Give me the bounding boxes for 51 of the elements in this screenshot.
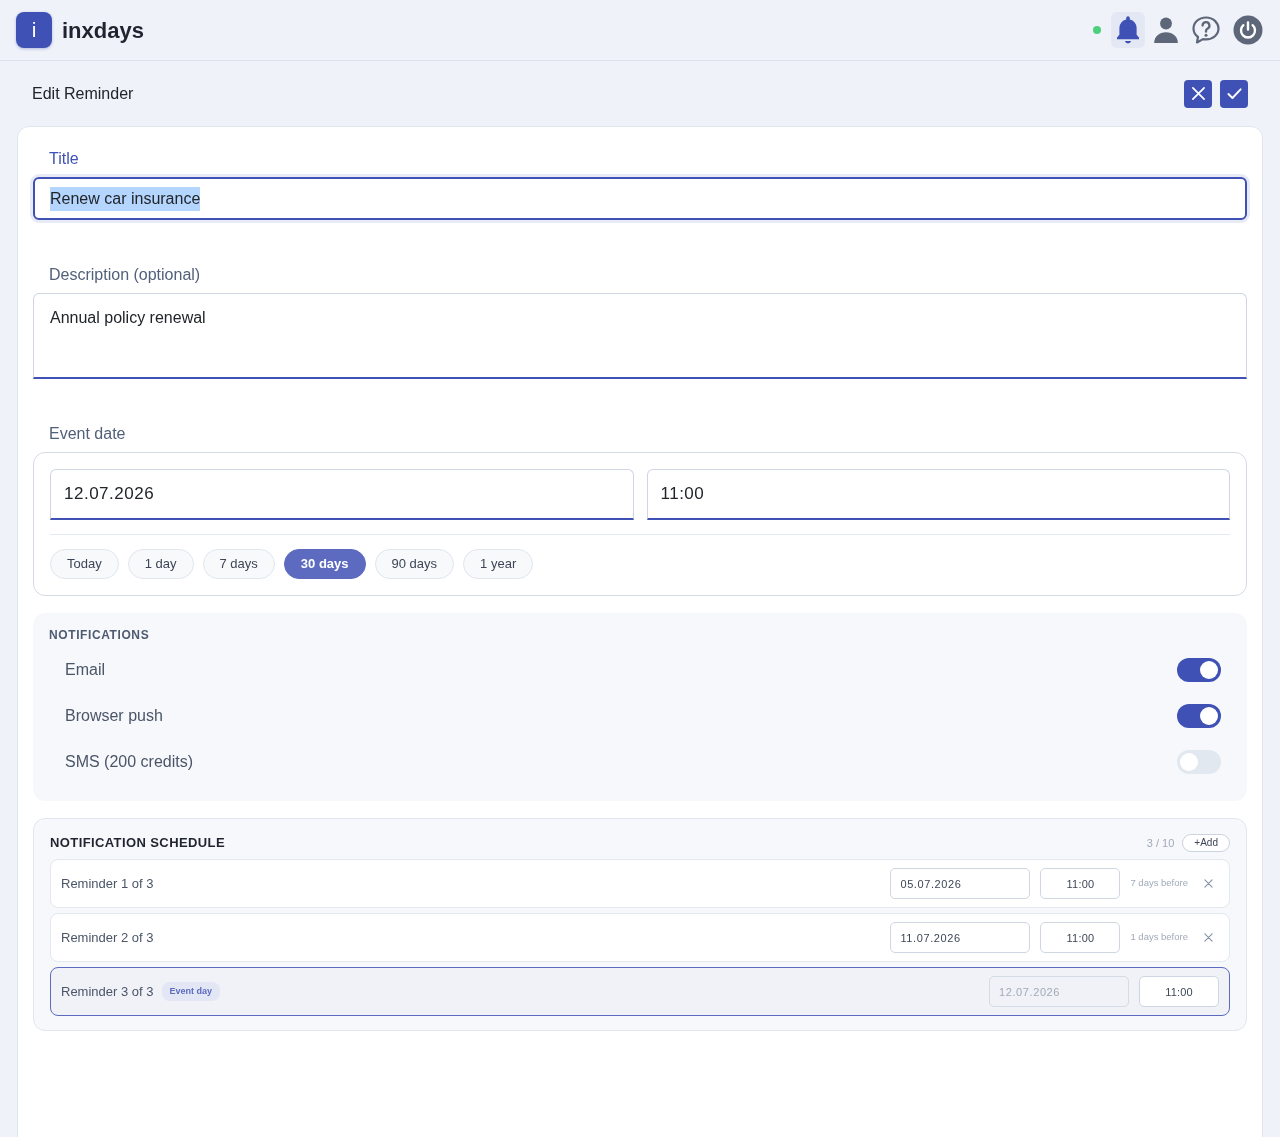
section-heading: NOTIFICATIONS: [49, 627, 151, 643]
title-field[interactable]: Renew car insurance: [33, 177, 1247, 220]
reminder-label: Reminder 3 of 3: [61, 982, 154, 1001]
toggle-switch[interactable]: [1177, 658, 1221, 682]
channel-label: Email: [65, 660, 105, 680]
check-icon: [1226, 86, 1242, 101]
offset-label: 7 days before: [1130, 876, 1188, 891]
date-field[interactable]: 05.07.2026: [890, 868, 1031, 899]
toggle-switch[interactable]: [1177, 750, 1221, 774]
power-icon: [1233, 15, 1263, 45]
toggle-switch[interactable]: [1177, 704, 1221, 728]
help-icon: [1191, 15, 1221, 45]
field-label: Event date: [48, 424, 127, 444]
event-day-tag: Event day: [161, 981, 221, 1002]
preset-chip[interactable]: 7 days: [202, 549, 275, 579]
close-icon: [1190, 86, 1206, 101]
notifications-button[interactable]: [1111, 12, 1145, 48]
section-heading: NOTIFICATION SCHEDULE: [50, 834, 225, 853]
field-label: Description (optional): [48, 265, 202, 285]
add-button[interactable]: +Add: [1182, 834, 1230, 852]
bell-icon: [1115, 16, 1141, 44]
preset-chip[interactable]: 1 day: [127, 549, 194, 579]
person-icon: [1153, 16, 1179, 44]
reminder-label: Reminder 1 of 3: [61, 874, 154, 893]
date-field[interactable]: 12.07.2026: [50, 469, 634, 520]
preset-chip[interactable]: 1 year: [463, 549, 534, 579]
close-icon: [1204, 879, 1213, 888]
offset-label: 1 days before: [1130, 930, 1188, 945]
channel-label: SMS (200 credits): [65, 752, 194, 772]
channel-label: Browser push: [65, 706, 163, 726]
time-field[interactable]: 11:00: [1040, 868, 1121, 899]
reminder-row[interactable]: Reminder 1 of 3 05.07.2026 11:00 7 days before: [50, 859, 1230, 908]
preset-chip[interactable]: 90 days: [374, 549, 455, 579]
page-title: Edit Reminder: [32, 83, 134, 104]
save-button[interactable]: [1220, 79, 1248, 108]
time-field[interactable]: 11:00: [1040, 922, 1121, 953]
date-field[interactable]: 11.07.2026: [890, 922, 1031, 953]
reminder-label: Reminder 2 of 3: [61, 928, 154, 947]
field-label: Title: [48, 149, 80, 169]
reminder-row[interactable]: Reminder 3 of 3 Event day 12.07.2026 11:00: [50, 967, 1230, 1016]
reminder-row[interactable]: Reminder 2 of 3 11.07.2026 11:00 1 days before: [50, 913, 1230, 962]
app-logo: i: [16, 12, 52, 48]
time-field[interactable]: 11:00: [1139, 976, 1219, 1007]
cancel-button[interactable]: [1184, 79, 1212, 108]
time-field[interactable]: 11:00: [646, 469, 1230, 520]
app-name: inxdays: [62, 16, 144, 45]
reminder-count: 3 / 10: [1146, 835, 1175, 851]
close-icon: [1204, 933, 1213, 942]
preset-chip[interactable]: Today: [50, 549, 119, 579]
description-field[interactable]: Annual policy renewal: [33, 293, 1247, 379]
preset-chip[interactable]: 30 days: [283, 549, 366, 579]
